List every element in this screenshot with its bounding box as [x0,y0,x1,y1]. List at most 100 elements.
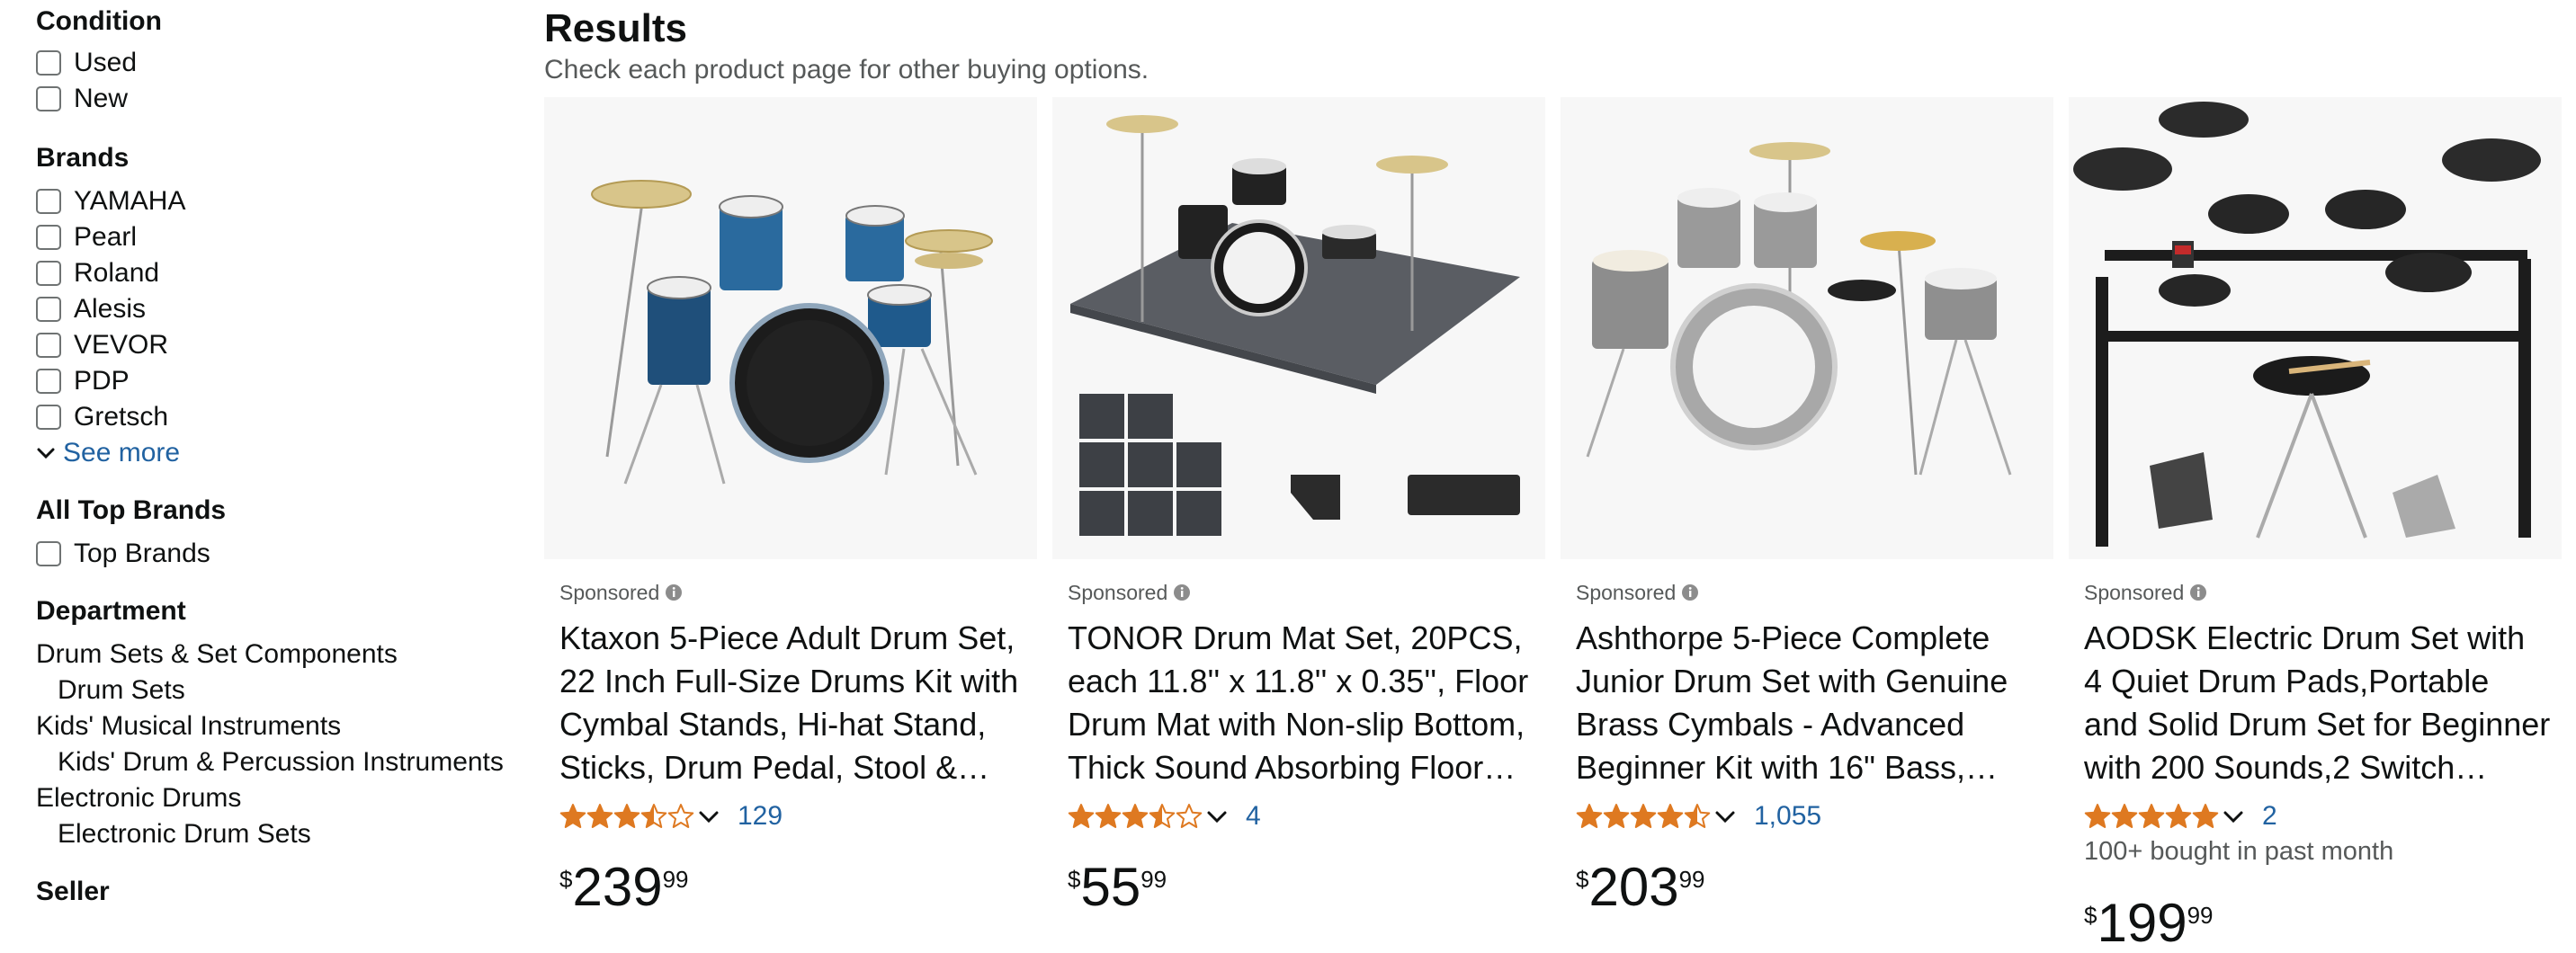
filter-condition-used[interactable]: Used [36,47,137,79]
product-card: Sponsored TONOR Drum Mat Set, 20PCS, eac… [1052,97,1545,915]
product-title-link[interactable]: AODSK Electric Drum Set with 4 Quiet Dru… [2084,617,2552,789]
filter-condition-new[interactable]: New [36,83,128,115]
chevron-down-icon [37,448,55,459]
department-link[interactable]: Drum Sets & Set Components [36,638,398,671]
star-full-icon [2138,804,2165,828]
price-fraction: 99 [662,866,689,893]
sponsored-label[interactable]: Sponsored [1576,579,1699,606]
product-price[interactable]: $ 55 99 [1068,859,1167,915]
checkbox[interactable] [36,369,61,394]
sponsored-text: Sponsored [1068,581,1168,604]
junior-drum-kit-image [1586,142,2012,476]
price-symbol: $ [559,866,573,893]
filter-brand-gretsch[interactable]: Gretsch [36,401,168,433]
product-image-blue-drum-kit[interactable] [544,97,1037,559]
all-top-brands-heading: All Top Brands [36,495,227,525]
star-half-icon [1684,804,1711,828]
checkbox[interactable] [36,261,61,286]
rating-row: 1,055 [1576,798,1821,834]
checkbox[interactable] [36,86,61,111]
rating-row: 2 [2084,798,2277,834]
rating-row: 129 [559,798,783,834]
product-image-electric-drum-kit[interactable] [2069,97,2562,559]
star-empty-icon [1176,804,1203,828]
filter-label: Alesis [74,294,147,324]
info-icon[interactable] [665,583,683,601]
rating-count-link[interactable]: 1,055 [1754,801,1821,832]
rating-row: 4 [1068,798,1261,834]
sponsored-text: Sponsored [1576,581,1677,604]
results-heading: Results [544,6,687,50]
department-link[interactable]: Kids' Musical Instruments [36,710,341,743]
star-full-icon [613,804,640,828]
chevron-down-icon[interactable] [698,809,720,824]
checkbox[interactable] [36,541,61,566]
product-card: Sponsored AODSK Electric Drum Set with 4… [2069,97,2562,951]
star-full-icon [2084,804,2111,828]
star-rating[interactable] [1576,803,1711,830]
price-symbol: $ [1576,866,1589,893]
checkbox[interactable] [36,333,61,358]
star-full-icon [1122,804,1149,828]
filter-label: Used [74,48,138,77]
department-heading: Department [36,596,186,626]
product-title-link[interactable]: Ashthorpe 5-Piece Complete Junior Drum S… [1576,617,2044,789]
see-more-brands-link[interactable]: See more [36,437,180,469]
department-link[interactable]: Electronic Drums [36,782,241,815]
star-empty-icon [667,804,694,828]
checkbox[interactable] [36,405,61,430]
price-whole: 203 [1588,857,1679,917]
chevron-down-icon[interactable] [1714,809,1736,824]
product-image-drum-mat-set[interactable] [1052,97,1545,559]
drum-kit-image [591,180,993,485]
department-link[interactable]: Drum Sets [58,674,185,707]
rating-count-link[interactable]: 2 [2262,801,2277,832]
checkbox[interactable] [36,189,61,214]
product-card: Sponsored Ktaxon 5-Piece Adult Drum Set,… [544,97,1037,915]
star-full-icon [1603,804,1630,828]
filter-brand-yamaha[interactable]: YAMAHA [36,185,185,218]
department-link[interactable]: Kids' Drum & Percussion Instruments [58,746,504,779]
chevron-down-icon[interactable] [1206,809,1228,824]
filter-brand-pdp[interactable]: PDP [36,365,130,397]
filter-brand-pearl[interactable]: Pearl [36,221,137,254]
star-rating[interactable] [1068,803,1203,830]
sponsored-label[interactable]: Sponsored [559,579,683,606]
condition-heading: Condition [36,6,162,36]
star-full-icon [559,804,586,828]
price-whole: 239 [572,857,663,917]
filter-top-brands[interactable]: Top Brands [36,538,210,570]
filter-brand-roland[interactable]: Roland [36,257,159,289]
star-rating[interactable] [2084,803,2219,830]
sponsored-text: Sponsored [2084,581,2185,604]
info-icon[interactable] [1173,583,1191,601]
product-title-link[interactable]: TONOR Drum Mat Set, 20PCS, each 11.8'' x… [1068,617,1535,789]
product-price[interactable]: $ 239 99 [559,859,689,915]
filter-brand-vevor[interactable]: VEVOR [36,329,168,361]
product-price[interactable]: $ 199 99 [2084,895,2214,951]
filter-label: Top Brands [74,539,210,568]
checkbox[interactable] [36,50,61,76]
rating-count-link[interactable]: 4 [1246,801,1261,832]
star-full-icon [1095,804,1122,828]
rating-count-link[interactable]: 129 [738,801,783,832]
filter-label: New [74,84,129,113]
product-image-silver-junior-drum-kit[interactable] [1561,97,2053,559]
chevron-down-icon[interactable] [2223,809,2244,824]
info-icon[interactable] [1681,583,1699,601]
see-more-label: See more [63,438,181,468]
department-link[interactable]: Electronic Drum Sets [58,818,311,851]
checkbox[interactable] [36,225,61,250]
filter-sidebar: Condition Used New Brands YAMAHA Pearl R… [36,0,540,910]
sponsored-label[interactable]: Sponsored [1068,579,1191,606]
sponsored-label[interactable]: Sponsored [2084,579,2207,606]
star-full-icon [1576,804,1603,828]
star-full-icon [1068,804,1095,828]
filter-brand-alesis[interactable]: Alesis [36,293,146,325]
star-rating[interactable] [559,803,694,830]
star-full-icon [1657,804,1684,828]
checkbox[interactable] [36,297,61,322]
product-title-link[interactable]: Ktaxon 5-Piece Adult Drum Set, 22 Inch F… [559,617,1027,789]
product-price[interactable]: $ 203 99 [1576,859,1705,915]
info-icon[interactable] [2189,583,2207,601]
